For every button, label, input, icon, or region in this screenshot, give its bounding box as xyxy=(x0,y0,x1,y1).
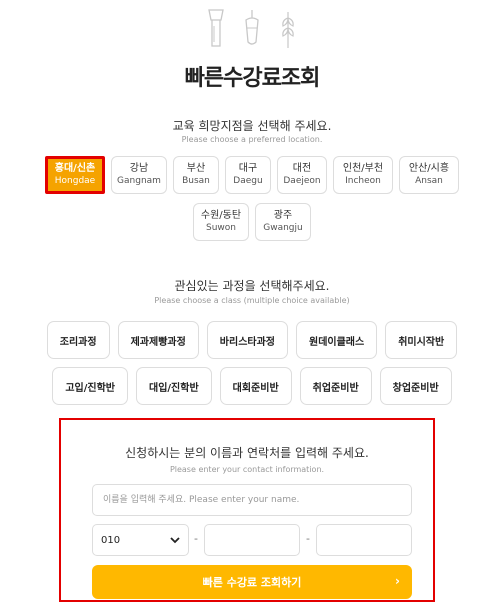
location-section-subtitle: Please choose a preferred location. xyxy=(181,135,323,144)
class-button-oneday[interactable]: 원데이클래스 xyxy=(296,321,378,359)
chevron-down-icon xyxy=(170,536,180,543)
class-button-employment[interactable]: 취업준비반 xyxy=(299,367,372,405)
class-button-competition[interactable]: 대회준비반 xyxy=(219,367,292,405)
location-button-gwangju[interactable]: 광주 Gwangju xyxy=(255,203,311,241)
chevron-right-icon: › xyxy=(395,574,400,588)
contact-form: 신청하시는 분의 이름과 연락처를 입력해 주세요. Please enter … xyxy=(59,418,435,602)
class-button-university[interactable]: 대입/진학반 xyxy=(136,367,212,405)
phone-prefix-select[interactable]: 010 xyxy=(92,524,189,556)
location-button-daegu[interactable]: 대구 Daegu xyxy=(225,156,271,194)
class-row-1: 조리과정 제과제빵과정 바리스타과정 원데이클래스 취미시작반 xyxy=(0,321,504,359)
phone-middle-input[interactable] xyxy=(204,524,300,556)
class-button-startup[interactable]: 창업준비반 xyxy=(379,367,452,405)
contact-section-subtitle: Please enter your contact information. xyxy=(169,465,325,474)
chef-tool-icon xyxy=(208,9,224,47)
location-button-daejeon[interactable]: 대전 Daejeon xyxy=(277,156,327,194)
phone-separator: - xyxy=(194,532,198,545)
class-button-bakery[interactable]: 제과제빵과정 xyxy=(117,321,199,359)
cup-icon xyxy=(245,10,259,45)
location-button-incheon[interactable]: 인천/부천 Incheon xyxy=(333,156,393,194)
location-row-2: 수원/동탄 Suwon 광주 Gwangju xyxy=(0,203,504,241)
location-row-1: 홍대/신촌 Hongdae 강남 Gangnam 부산 Busan 대구 Daegu 대… xyxy=(0,156,504,194)
submit-button[interactable]: 빠른 수강료 조회하기 › xyxy=(92,565,412,599)
contact-section-title: 신청하시는 분의 이름과 연락처를 입력해 주세요. xyxy=(125,446,369,460)
location-button-suwon[interactable]: 수원/동탄 Suwon xyxy=(193,203,249,241)
class-button-highschool[interactable]: 고입/진학반 xyxy=(52,367,128,405)
class-section-subtitle: Please choose a class (multiple choice a… xyxy=(154,296,350,305)
class-button-cooking[interactable]: 조리과정 xyxy=(46,321,110,359)
wheat-icon xyxy=(282,12,294,48)
location-button-gangnam[interactable]: 강남 Gangnam xyxy=(111,156,167,194)
phone-separator: - xyxy=(306,532,310,545)
page-title: 빠른수강료조회 xyxy=(184,66,321,91)
phone-last-input[interactable] xyxy=(316,524,412,556)
location-button-busan[interactable]: 부산 Busan xyxy=(173,156,219,194)
class-button-barista[interactable]: 바리스타과정 xyxy=(206,321,288,359)
location-button-ansan[interactable]: 안산/시흥 Ansan xyxy=(399,156,459,194)
class-button-hobby[interactable]: 취미시작반 xyxy=(385,321,458,359)
name-input[interactable] xyxy=(92,484,412,516)
class-row-2: 고입/진학반 대입/진학반 대회준비반 취업준비반 창업준비반 xyxy=(0,367,504,405)
header-illustration xyxy=(0,8,504,50)
location-section-title: 교육 희망지점을 선택해 주세요. xyxy=(172,119,332,133)
location-button-hongdae[interactable]: 홍대/신촌 Hongdae xyxy=(45,156,105,194)
class-section-title: 관심있는 과정을 선택해주세요. xyxy=(174,279,330,293)
